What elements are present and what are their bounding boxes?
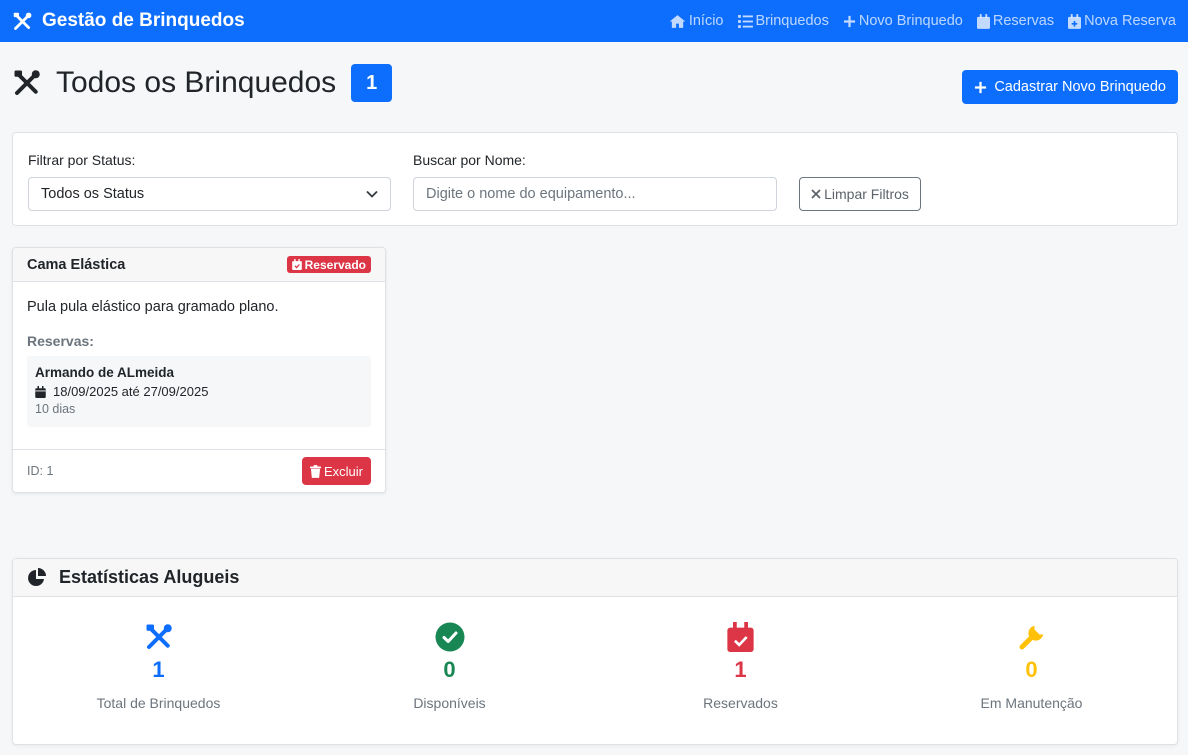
toy-name: Cama Elástica xyxy=(27,256,126,273)
calendar-check-icon xyxy=(291,259,302,270)
filter-card: Filtrar por Status: Todos os Status Busc… xyxy=(12,132,1178,226)
nav-item-reservas[interactable]: Reservas xyxy=(976,13,1055,29)
nav-item-label: Brinquedos xyxy=(755,13,829,29)
count-badge: 1 xyxy=(351,64,393,102)
reservation-client: Armando de ALmeida xyxy=(35,365,175,380)
delete-button[interactable]: Excluir xyxy=(301,457,371,485)
page-title: Todos os Brinquedos xyxy=(56,66,337,99)
reservation-dates: 18/09/2025 até 27/09/2025 xyxy=(35,384,363,399)
stat-reserved: 1 Reservados xyxy=(595,597,886,711)
toy-card-footer: ID: 1 Excluir xyxy=(13,449,385,492)
toy-card: Cama Elástica Reservado Pula pula elásti… xyxy=(12,247,386,493)
page-header: Todos os Brinquedos 1 xyxy=(12,64,393,102)
nav-item-label: Nova Reserva xyxy=(1084,13,1176,29)
stat-maintenance: 0 Em Manutenção xyxy=(886,597,1177,711)
nav-item-label: Novo Brinquedo xyxy=(858,13,963,29)
nav-links: Início Brinquedos Novo Brinquedo Reserva… xyxy=(655,13,1176,29)
toy-card-header: Cama Elástica Reservado xyxy=(13,248,385,282)
nav-item-nova-reserva[interactable]: Nova Reserva xyxy=(1068,13,1176,29)
navbar: Gestão de Brinquedos Início Brinquedos N… xyxy=(0,0,1188,42)
clear-filters-label: Limpar Filtros xyxy=(824,186,909,202)
brand-label: Gestão de Brinquedos xyxy=(42,10,245,31)
nav-item-brinquedos[interactable]: Brinquedos xyxy=(737,13,829,29)
stat-value: 0 xyxy=(443,657,456,682)
stat-label: Reservados xyxy=(703,695,778,711)
stat-label: Disponíveis xyxy=(413,695,486,711)
nav-item-novo-brinquedo[interactable]: Novo Brinquedo xyxy=(843,13,963,29)
tools-icon xyxy=(14,70,40,95)
check-circle-icon xyxy=(435,622,464,652)
wrench-icon xyxy=(1019,625,1043,650)
nav-item-label: Início xyxy=(688,13,724,29)
add-toy-button-label: Cadastrar Novo Brinquedo xyxy=(994,79,1166,95)
calendar-check-icon xyxy=(727,622,754,652)
search-input[interactable] xyxy=(413,177,777,211)
status-badge: Reservado xyxy=(286,256,371,273)
stats-title: Estatísticas Alugueis xyxy=(59,567,240,587)
add-toy-button[interactable]: Cadastrar Novo Brinquedo xyxy=(962,70,1178,104)
calendar-icon xyxy=(35,385,46,398)
reservations-label: Reservas: xyxy=(27,333,94,349)
stats-card: Estatísticas Alugueis 1 Total de Brinque… xyxy=(12,558,1178,745)
toy-id: ID: 1 xyxy=(27,464,54,478)
status-select-value: Todos os Status xyxy=(41,186,145,202)
stats-row: 1 Total de Brinquedos 0 Disponíveis 1 Re… xyxy=(13,597,1177,711)
delete-button-label: Excluir xyxy=(323,463,363,479)
list-icon xyxy=(737,14,753,28)
status-filter-label: Filtrar por Status: xyxy=(28,152,136,168)
home-icon xyxy=(669,14,686,28)
toy-description: Pula pula elástico para gramado plano. xyxy=(27,299,279,315)
pie-chart-icon xyxy=(28,567,46,586)
stat-value: 0 xyxy=(1025,657,1038,682)
nav-item-label: Reservas xyxy=(992,13,1055,29)
calendar-plus-icon xyxy=(1068,13,1082,29)
reservation-dates-text: 18/09/2025 até 27/09/2025 xyxy=(53,384,209,399)
stat-label: Em Manutenção xyxy=(980,695,1083,711)
close-icon xyxy=(811,189,821,199)
status-badge-label: Reservado xyxy=(304,257,366,272)
clear-filters-button[interactable]: Limpar Filtros xyxy=(799,177,921,211)
stats-header: Estatísticas Alugueis xyxy=(13,559,1177,597)
brand[interactable]: Gestão de Brinquedos xyxy=(12,10,245,32)
chevron-down-icon xyxy=(366,190,378,198)
stat-total: 1 Total de Brinquedos xyxy=(13,597,304,711)
calendar-icon xyxy=(976,13,990,29)
stat-value: 1 xyxy=(734,657,747,682)
status-select[interactable]: Todos os Status xyxy=(28,177,391,211)
reservation-item: Armando de ALmeida 18/09/2025 até 27/09/… xyxy=(27,356,371,427)
search-label: Buscar por Nome: xyxy=(413,152,526,168)
toy-card-body: Pula pula elástico para gramado plano. R… xyxy=(13,282,385,427)
plus-icon xyxy=(975,81,987,93)
reservation-days: 10 dias xyxy=(35,402,76,416)
nav-item-inicio[interactable]: Início xyxy=(669,13,724,29)
trash-icon xyxy=(309,464,321,478)
stat-label: Total de Brinquedos xyxy=(96,695,221,711)
tools-icon xyxy=(13,12,32,30)
stat-value: 1 xyxy=(152,657,165,682)
tools-icon xyxy=(146,624,172,649)
plus-icon xyxy=(843,15,855,27)
stat-available: 0 Disponíveis xyxy=(304,597,595,711)
